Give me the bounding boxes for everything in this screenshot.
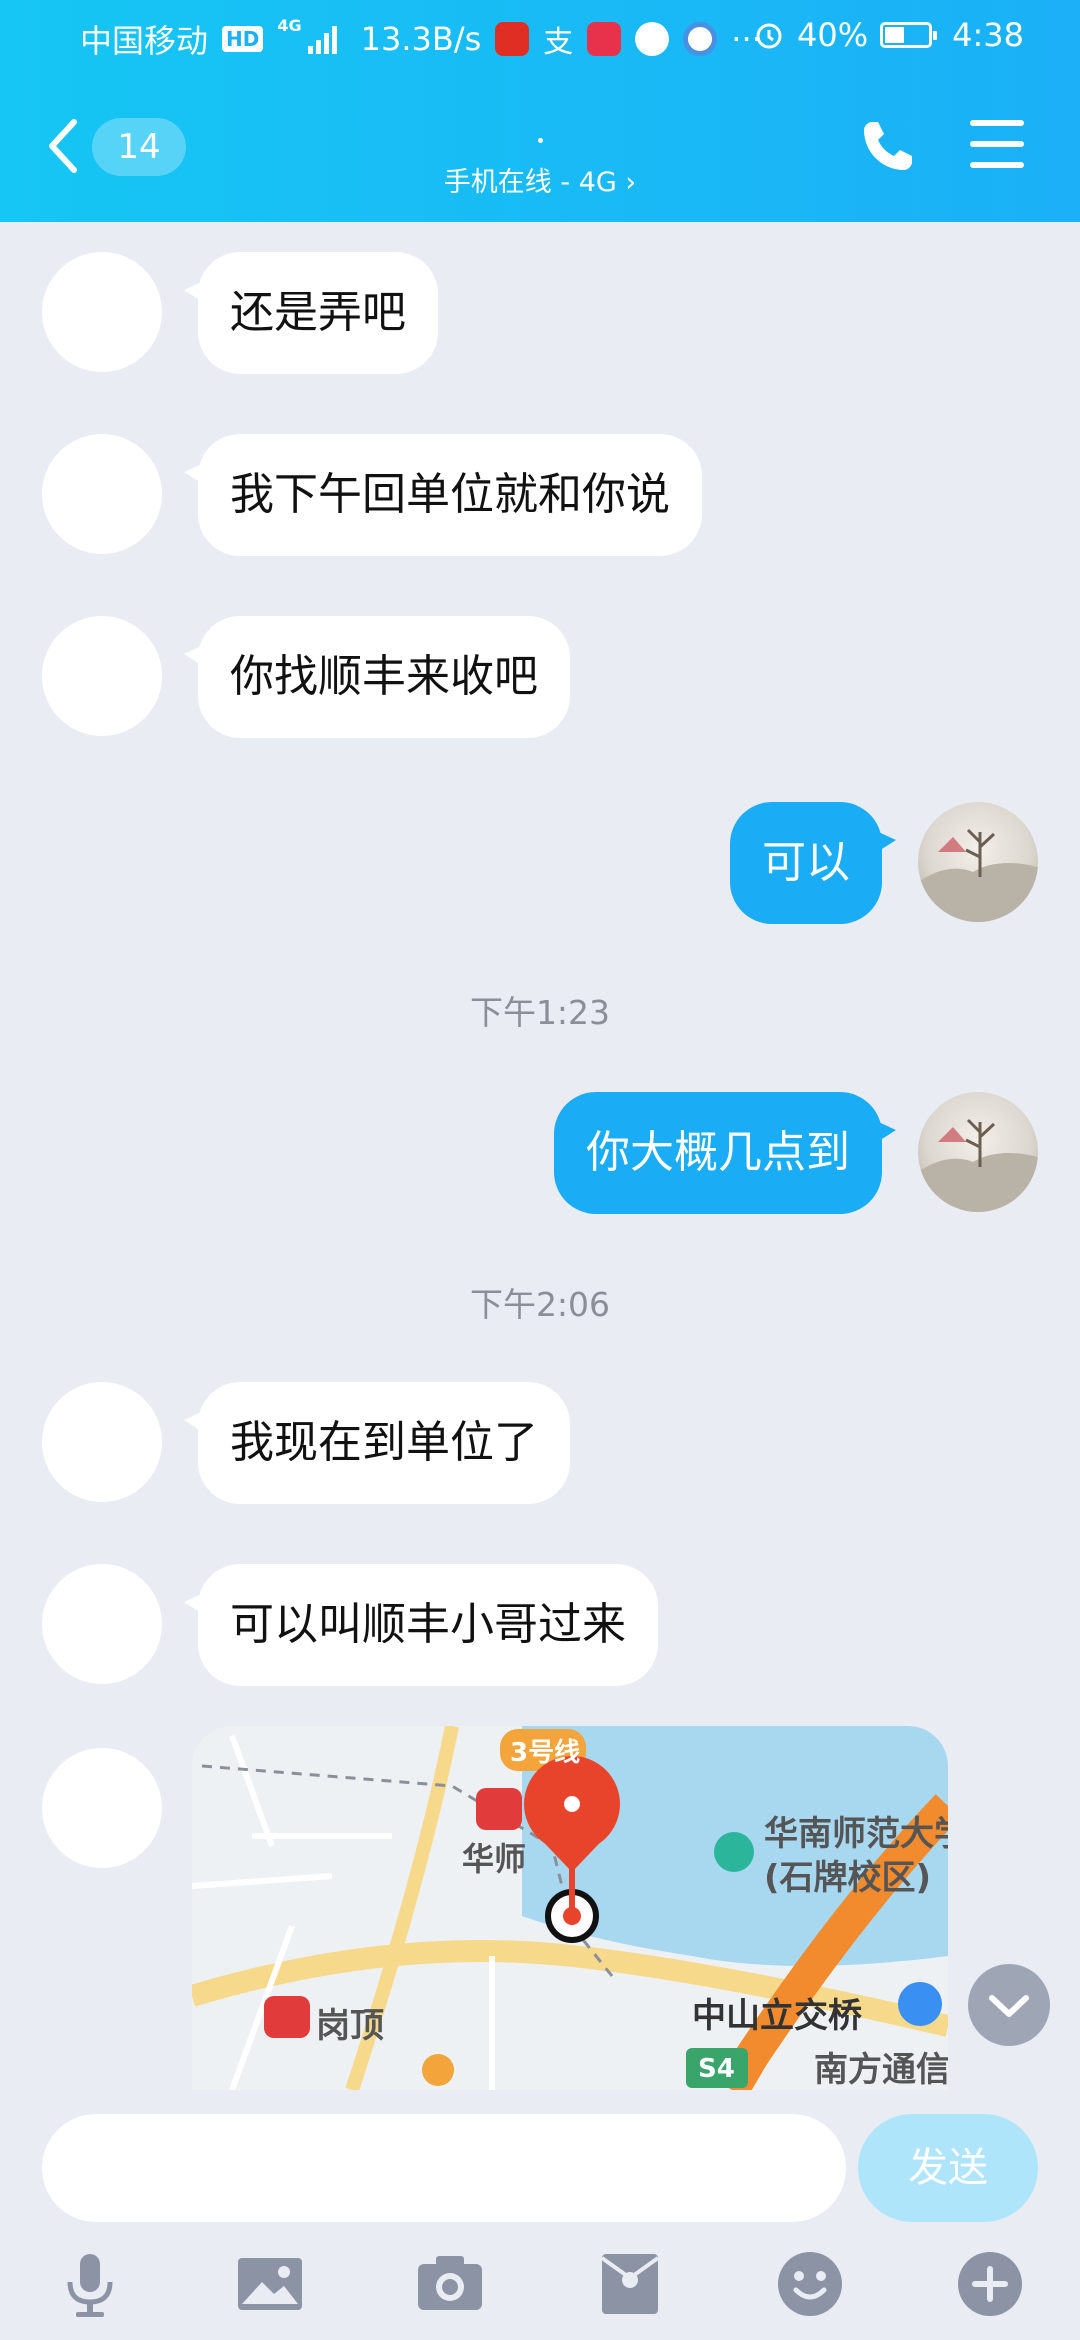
my-avatar[interactable] [918,802,1038,922]
map-label-campus: (石牌校区) [764,1858,932,1898]
map-label-road: S4 [698,2054,735,2084]
map-label-station: 华师 [462,1840,527,1878]
microphone-icon[interactable] [54,2248,126,2320]
location-map-message[interactable]: 3号线 华师 岗顶 华南师范大学 (石牌校区) 中山立交桥 南方通信 S4 [192,1726,948,2090]
contact-avatar[interactable] [42,1564,162,1684]
message-bubble-outgoing[interactable]: 可以 [730,802,896,924]
my-avatar[interactable] [918,1092,1038,1212]
red-packet-icon[interactable] [594,2248,666,2320]
browser-icon [683,22,718,56]
chat-header: 中国移动 HD 4G 13.3B/s 支 ··· 40% 4:38 14 手机在… [0,0,1080,222]
network-label: 4G [277,16,302,35]
hd-icon: HD [222,26,264,52]
menu-icon[interactable] [970,120,1024,172]
message-icon [635,22,670,56]
map-label-university: 华南师范大学 [764,1814,948,1854]
speed-label: 13.3B/s [360,20,482,58]
emoji-icon[interactable] [774,2248,846,2320]
scroll-to-bottom-button[interactable] [968,1964,1050,2046]
phone-call-icon[interactable] [858,116,918,176]
battery-icon [880,22,938,48]
image-icon[interactable] [234,2248,306,2320]
carrier-label: 中国移动 [80,22,209,60]
contact-name [538,138,543,143]
plus-icon[interactable] [954,2248,1026,2320]
timestamp: 下午1:23 [469,993,611,1032]
pinduoduo-icon [495,22,530,56]
message-bubble-outgoing[interactable]: 你大概几点到 [554,1092,896,1214]
message-bubble-incoming[interactable]: 还是弄吧 [184,252,438,374]
chevron-down-icon [989,1995,1029,2017]
message-input[interactable] [42,2114,846,2222]
online-status[interactable]: 手机在线 - 4G › [0,160,1080,199]
huawei-store-icon [587,22,622,56]
clock: 4:38 [952,16,1024,54]
message-bubble-incoming[interactable]: 我现在到单位了 [184,1382,570,1504]
status-bar: 中国移动 HD 4G 13.3B/s 支 ··· 40% 4:38 [0,0,1080,76]
map-label-station: 岗顶 [316,2006,384,2046]
contact-avatar[interactable] [42,1382,162,1502]
map-label-line: 3号线 [510,1738,581,1768]
alarm-icon [756,23,782,49]
camera-icon[interactable] [414,2248,486,2320]
battery-percent: 40% [797,16,869,54]
message-bubble-incoming[interactable]: 可以叫顺丰小哥过来 [184,1564,658,1686]
map-label-bridge: 中山立交桥 [692,1996,862,2036]
contact-avatar[interactable] [42,1748,162,1868]
message-bubble-incoming[interactable]: 我下午回单位就和你说 [184,434,702,556]
map-label-poi: 南方通信 [814,2050,948,2090]
signal-icon [307,24,337,54]
timestamp: 下午2:06 [469,1285,611,1324]
message-bubble-incoming[interactable]: 你找顺丰来收吧 [184,616,570,738]
message-list[interactable]: 还是弄吧 我下午回单位就和你说 你找顺丰来收吧 可以 下午1:23 你大概几点到… [0,222,1080,2090]
alipay-icon: 支 [543,25,574,60]
contact-avatar[interactable] [42,252,162,372]
send-button[interactable]: 发送 [858,2114,1038,2222]
input-bar: 发送 [0,2090,1080,2340]
contact-avatar[interactable] [42,434,162,554]
contact-avatar[interactable] [42,616,162,736]
